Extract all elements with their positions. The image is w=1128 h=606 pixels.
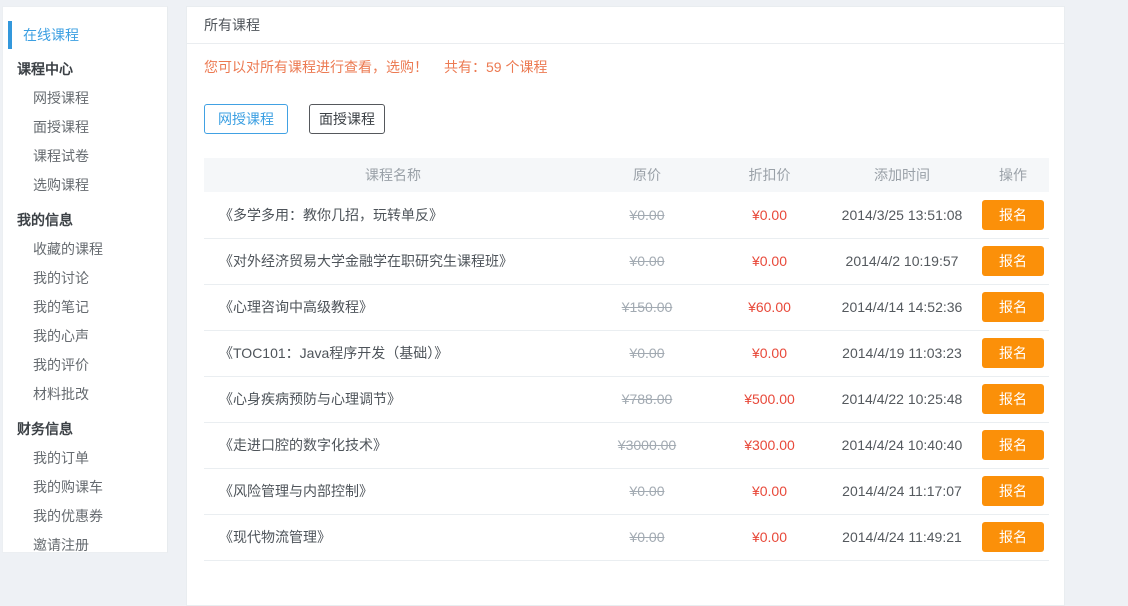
enroll-button[interactable]: 报名 bbox=[982, 246, 1044, 276]
sidebar-section-title: 财务信息 bbox=[17, 421, 73, 437]
added-time: 2014/4/24 11:17:07 bbox=[827, 468, 977, 515]
action-cell: 报名 bbox=[977, 192, 1049, 239]
column-header-discount-price: 折扣价 bbox=[712, 158, 827, 192]
original-price: ¥3000.00 bbox=[582, 422, 712, 469]
table-header: 课程名称 原价 折扣价 添加时间 操作 bbox=[204, 158, 1049, 192]
sidebar-item[interactable]: 面授课程 bbox=[3, 113, 167, 142]
added-time: 2014/4/2 10:19:57 bbox=[827, 238, 977, 285]
discount-price: ¥0.00 bbox=[712, 468, 827, 515]
sidebar-item[interactable]: 我的订单 bbox=[3, 444, 167, 473]
sidebar-item[interactable]: 我的购课车 bbox=[3, 473, 167, 502]
sidebar-section: 我的信息收藏的课程 我的讨论 我的笔记 我的心声 我的评价 材料批改 bbox=[3, 206, 167, 409]
enroll-button[interactable]: 报名 bbox=[982, 430, 1044, 460]
filter-button-classroom[interactable]: 面授课程 bbox=[309, 104, 385, 134]
notice-text: 您可以对所有课程进行查看，选购！ bbox=[204, 59, 428, 75]
table-row: 《现代物流管理》 ¥0.00 ¥0.00 2014/4/24 11:49:21 报名 bbox=[204, 514, 1049, 561]
course-name: 《多学多用：教你几招，玩转单反》 bbox=[204, 192, 582, 239]
original-price: ¥788.00 bbox=[582, 376, 712, 423]
table-row: 《多学多用：教你几招，玩转单反》 ¥0.00 ¥0.00 2014/3/25 13:5… bbox=[204, 192, 1049, 239]
sidebar-item[interactable]: 网授课程 bbox=[3, 84, 167, 113]
course-name: 《走进口腔的数字化技术》 bbox=[204, 422, 582, 469]
course-count-text: 共有：59 个课程 bbox=[444, 59, 548, 75]
filter-buttons: 网授课程 面授课程 bbox=[204, 104, 1047, 134]
added-time: 2014/4/22 10:25:48 bbox=[827, 376, 977, 423]
main-panel: 所有课程 您可以对所有课程进行查看，选购！ 共有：59 个课程 网授课程 面授课程 … bbox=[186, 6, 1065, 606]
discount-price: ¥0.00 bbox=[712, 192, 827, 239]
added-time: 2014/4/24 11:49:21 bbox=[827, 514, 977, 561]
table-row: 《风险管理与内部控制》 ¥0.00 ¥0.00 2014/4/24 11:17:07 报… bbox=[204, 468, 1049, 515]
enroll-button[interactable]: 报名 bbox=[982, 476, 1044, 506]
filter-button-online[interactable]: 网授课程 bbox=[204, 104, 288, 134]
sidebar-item[interactable]: 课程试卷 bbox=[3, 142, 167, 171]
original-price: ¥0.00 bbox=[582, 330, 712, 377]
table-row: 《TOC101：Java程序开发（基础）》 ¥0.00 ¥0.00 2014/4/19… bbox=[204, 330, 1049, 377]
course-table-body: 《多学多用：教你几招，玩转单反》 ¥0.00 ¥0.00 2014/3/25 13:5… bbox=[204, 192, 1049, 561]
course-name: 《风险管理与内部控制》 bbox=[204, 468, 582, 515]
table-row: 《心理咨询中高级教程》 ¥150.00 ¥60.00 2014/4/14 14:52:… bbox=[204, 284, 1049, 331]
added-time: 2014/3/25 13:51:08 bbox=[827, 192, 977, 239]
action-cell: 报名 bbox=[977, 376, 1049, 423]
sidebar-item[interactable]: 我的优惠券 bbox=[3, 502, 167, 531]
sidebar-section-title: 课程中心 bbox=[17, 61, 73, 77]
page-title: 所有课程 bbox=[187, 7, 1064, 44]
original-price: ¥0.00 bbox=[582, 514, 712, 561]
added-time: 2014/4/14 14:52:36 bbox=[827, 284, 977, 331]
enroll-button[interactable]: 报名 bbox=[982, 522, 1044, 552]
sidebar-section: 财务信息我的订单 我的购课车 我的优惠券 邀请注册 bbox=[3, 415, 167, 560]
discount-price: ¥0.00 bbox=[712, 514, 827, 561]
action-cell: 报名 bbox=[977, 514, 1049, 561]
table-row: 《对外经济贸易大学金融学在职研究生课程班》 ¥0.00 ¥0.00 2014/4/2 … bbox=[204, 238, 1049, 285]
original-price: ¥0.00 bbox=[582, 192, 712, 239]
table-row: 《走进口腔的数字化技术》 ¥3000.00 ¥300.00 2014/4/24 10:… bbox=[204, 422, 1049, 469]
sidebar-item-online-courses[interactable]: 在线课程 bbox=[3, 21, 167, 49]
original-price: ¥150.00 bbox=[582, 284, 712, 331]
notice-line: 您可以对所有课程进行查看，选购！ 共有：59 个课程 bbox=[204, 57, 1047, 77]
course-name: 《现代物流管理》 bbox=[204, 514, 582, 561]
discount-price: ¥300.00 bbox=[712, 422, 827, 469]
action-cell: 报名 bbox=[977, 468, 1049, 515]
action-cell: 报名 bbox=[977, 238, 1049, 285]
added-time: 2014/4/19 11:03:23 bbox=[827, 330, 977, 377]
original-price: ¥0.00 bbox=[582, 238, 712, 285]
action-cell: 报名 bbox=[977, 330, 1049, 377]
sidebar-item[interactable]: 邀请注册 bbox=[3, 531, 167, 560]
discount-price: ¥60.00 bbox=[712, 284, 827, 331]
action-cell: 报名 bbox=[977, 422, 1049, 469]
active-indicator-bar bbox=[8, 21, 12, 49]
column-header-added-time: 添加时间 bbox=[827, 158, 977, 192]
sidebar-item[interactable]: 我的心声 bbox=[3, 322, 167, 351]
sidebar-item[interactable]: 我的讨论 bbox=[3, 264, 167, 293]
discount-price: ¥0.00 bbox=[712, 238, 827, 285]
added-time: 2014/4/24 10:40:40 bbox=[827, 422, 977, 469]
course-table-wrap: 课程名称 原价 折扣价 添加时间 操作 《多学多用：教你几招，玩转单反》 ¥0.0… bbox=[204, 158, 1049, 561]
sidebar-active-label: 在线课程 bbox=[23, 27, 79, 43]
course-name: 《TOC101：Java程序开发（基础）》 bbox=[204, 330, 582, 377]
sidebar-item[interactable]: 我的评价 bbox=[3, 351, 167, 380]
course-name: 《对外经济贸易大学金融学在职研究生课程班》 bbox=[204, 238, 582, 285]
column-header-course-name: 课程名称 bbox=[204, 158, 582, 192]
column-header-action: 操作 bbox=[977, 158, 1049, 192]
action-cell: 报名 bbox=[977, 284, 1049, 331]
enroll-button[interactable]: 报名 bbox=[982, 199, 1044, 230]
enroll-button[interactable]: 报名 bbox=[982, 384, 1044, 414]
sidebar-section-title: 我的信息 bbox=[17, 212, 73, 228]
course-name: 《心身疾病预防与心理调节》 bbox=[204, 376, 582, 423]
sidebar-item[interactable]: 收藏的课程 bbox=[3, 235, 167, 264]
course-table: 课程名称 原价 折扣价 添加时间 操作 《多学多用：教你几招，玩转单反》 ¥0.0… bbox=[204, 158, 1049, 561]
discount-price: ¥500.00 bbox=[712, 376, 827, 423]
original-price: ¥0.00 bbox=[582, 468, 712, 515]
sidebar-sections: 课程中心网授课程 面授课程 课程试卷 选购课程我的信息收藏的课程 我的讨论 我的笔记 我的心… bbox=[3, 55, 167, 560]
sidebar-item[interactable]: 我的笔记 bbox=[3, 293, 167, 322]
discount-price: ¥0.00 bbox=[712, 330, 827, 377]
sidebar-item[interactable]: 选购课程 bbox=[3, 171, 167, 200]
table-row: 《心身疾病预防与心理调节》 ¥788.00 ¥500.00 2014/4/22 10:… bbox=[204, 376, 1049, 423]
enroll-button[interactable]: 报名 bbox=[982, 292, 1044, 322]
panel-body: 您可以对所有课程进行查看，选购！ 共有：59 个课程 网授课程 面授课程 课程名称 … bbox=[187, 44, 1064, 561]
sidebar-section: 课程中心网授课程 面授课程 课程试卷 选购课程 bbox=[3, 55, 167, 200]
enroll-button[interactable]: 报名 bbox=[982, 338, 1044, 368]
course-name: 《心理咨询中高级教程》 bbox=[204, 284, 582, 331]
sidebar: 在线课程 课程中心 网授课程 面授课程 课程试卷 选购课程 我的信息 收藏的课程 我的讨论 我的… bbox=[2, 6, 168, 553]
column-header-original-price: 原价 bbox=[582, 158, 712, 192]
sidebar-item[interactable]: 材料批改 bbox=[3, 380, 167, 409]
